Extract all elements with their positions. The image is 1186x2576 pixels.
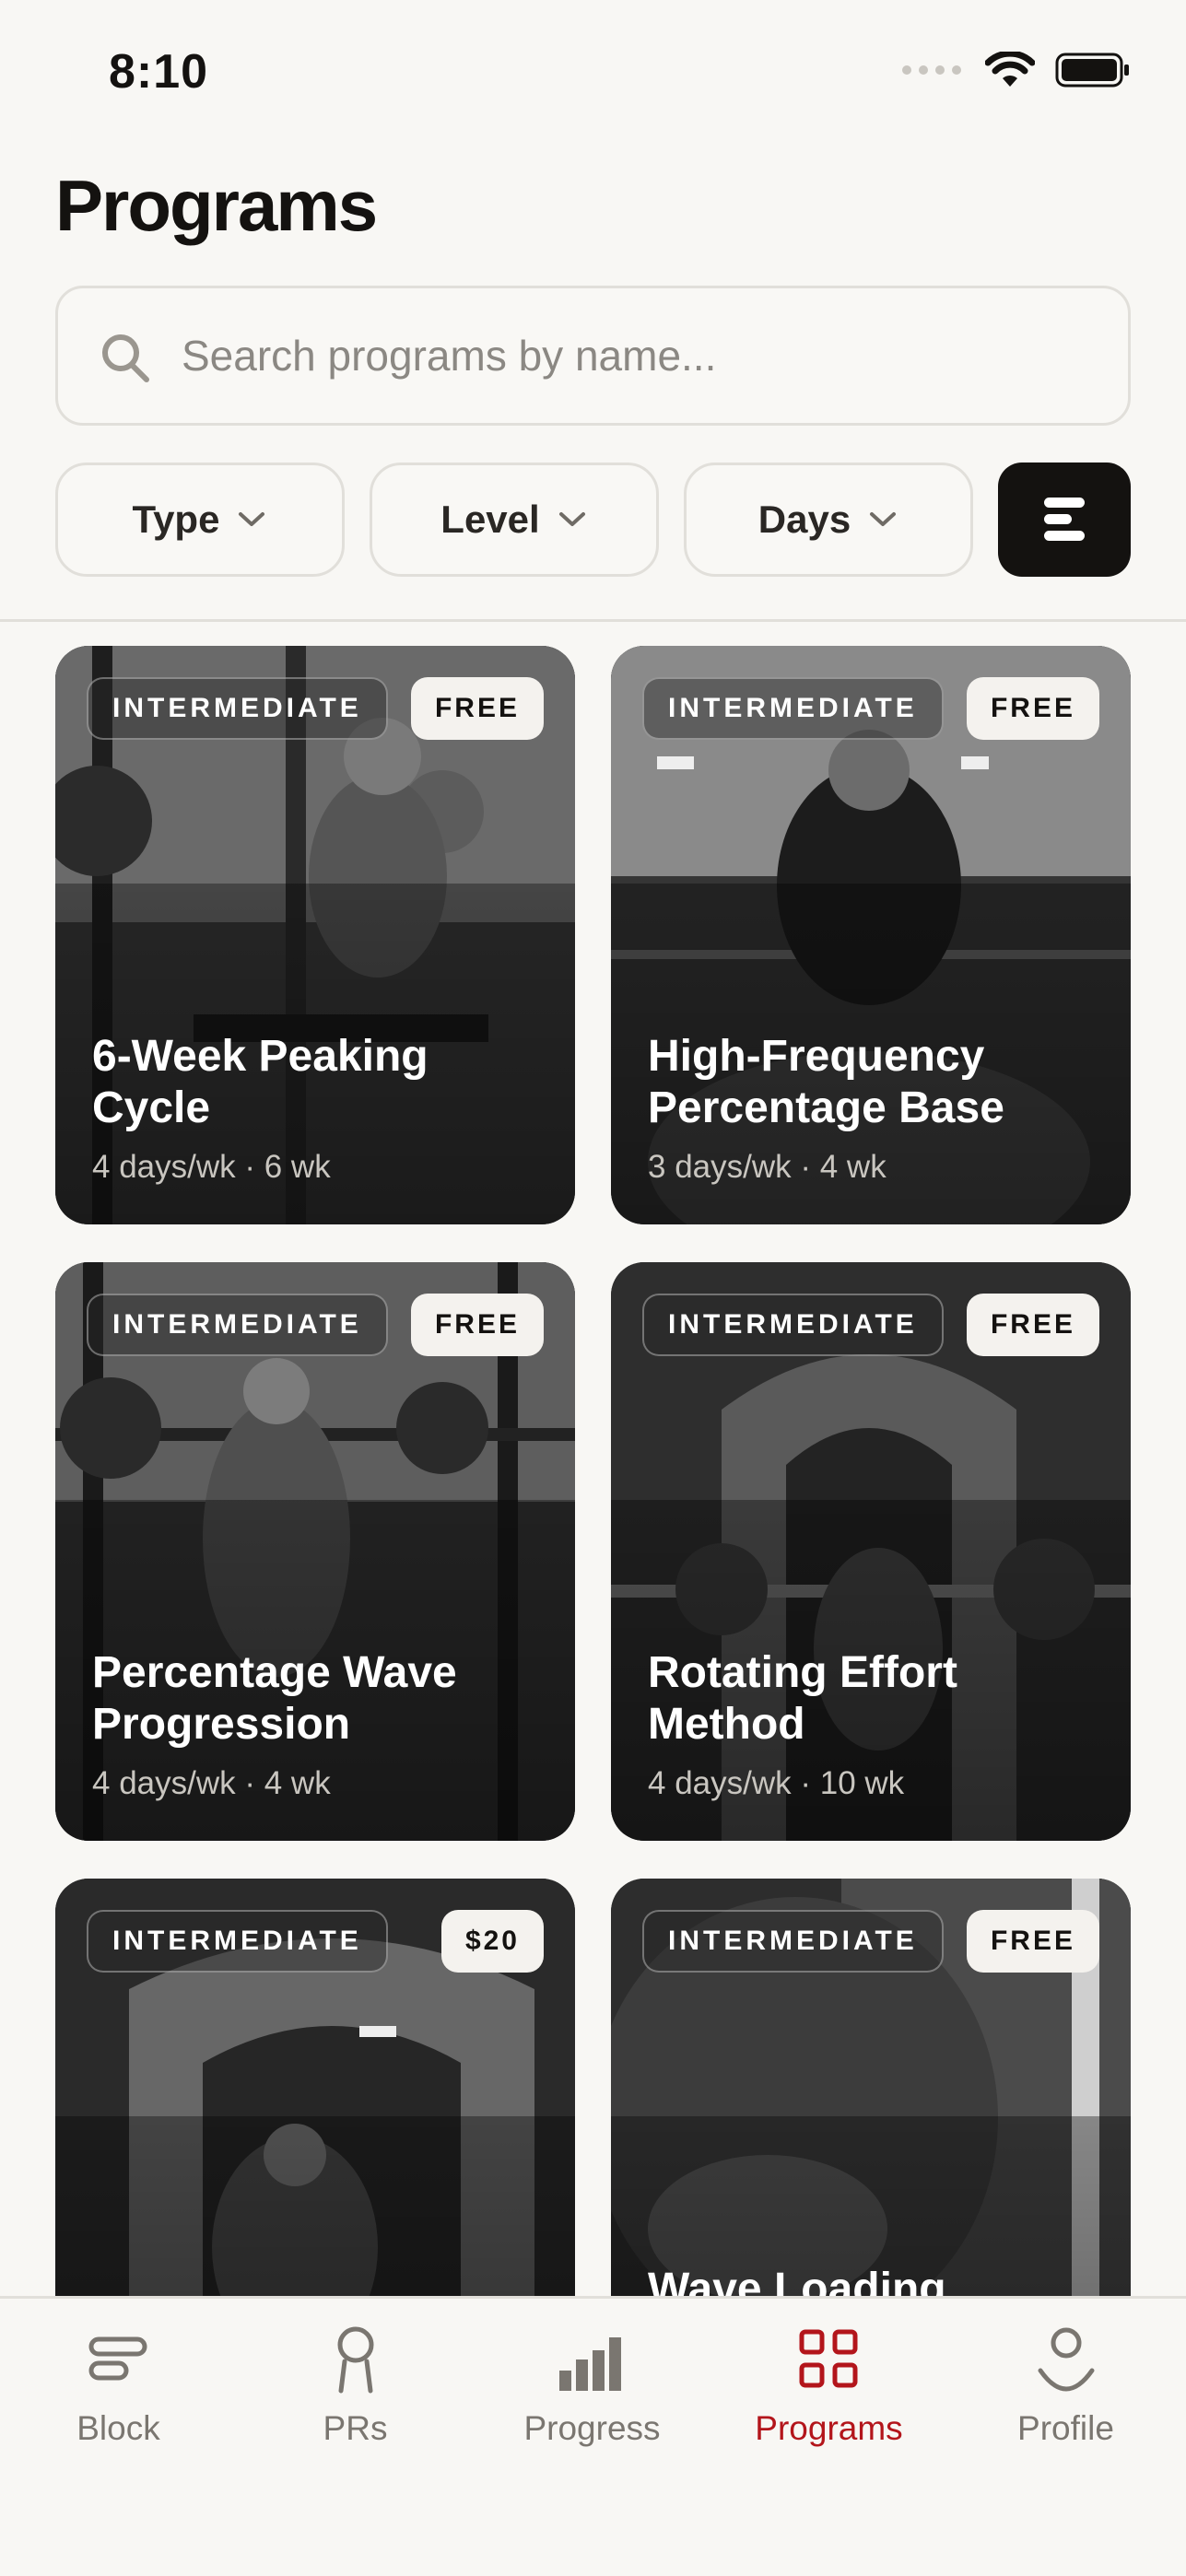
chevron-down-icon [239,512,265,526]
program-meta: 4 days/wk · 10 wk [648,1765,905,1801]
days-filter-button[interactable]: Days [684,463,973,577]
chevron-down-icon [870,512,897,526]
tab-prs[interactable]: PRs [237,2299,474,2465]
program-card[interactable]: INTERMEDIATE $20 [55,1879,575,2298]
level-badge: INTERMEDIATE [642,677,944,740]
price-badge: FREE [410,1294,544,1356]
type-filter-button[interactable]: Type [55,463,345,577]
tab-progress[interactable]: Progress [474,2299,710,2465]
pr-icon [337,2326,373,2394]
price-badge: FREE [966,677,1099,740]
program-title: Wave Loading [648,2265,946,2298]
price-badge: FREE [410,677,544,740]
filter-bar: Type Level Days [55,463,1131,577]
program-meta: 3 days/wk · 4 wk [648,1149,887,1185]
status-bar: 8:10 [0,0,1186,147]
tab-label: Programs [755,2409,903,2447]
level-badge: INTERMEDIATE [87,1910,388,1973]
level-filter-button[interactable]: Level [370,463,659,577]
program-card[interactable]: INTERMEDIATE FREE 6-Week Peaking Cycle 4… [55,646,575,1224]
program-meta: 4 days/wk · 6 wk [92,1149,331,1185]
program-title: High-Frequency Percentage Base [648,1032,1004,1132]
level-badge: INTERMEDIATE [87,1294,388,1356]
search-icon [102,334,149,382]
tab-label: PRs [323,2409,388,2447]
program-card[interactable]: INTERMEDIATE FREE Percentage Wave Progre… [55,1262,575,1841]
level-badge: INTERMEDIATE [642,1294,944,1356]
level-badge: INTERMEDIATE [87,677,388,740]
tab-block[interactable]: Block [0,2299,237,2465]
bar-chart-icon [558,2337,621,2391]
price-badge: $20 [440,1910,544,1973]
program-meta: 4 days/wk · 4 wk [92,1765,331,1801]
battery-icon [1055,53,1129,88]
wifi-icon [985,52,1035,87]
grid-icon [799,2329,857,2388]
status-time: 8:10 [109,45,209,99]
program-title: 6-Week Peaking Cycle [92,1032,429,1132]
type-filter-label: Type [132,498,220,541]
page-title: Programs [55,165,378,246]
days-filter-label: Days [757,498,851,541]
tab-profile[interactable]: Profile [947,2299,1184,2465]
search-input[interactable] [182,288,1103,423]
tab-programs[interactable]: Programs [710,2299,947,2465]
program-title: Rotating Effort Method [648,1648,957,1749]
tab-label: Progress [523,2409,661,2447]
signal-icon [902,65,961,75]
level-badge: INTERMEDIATE [642,1910,944,1973]
chevron-down-icon [558,512,585,526]
sort-icon [1044,498,1085,541]
price-badge: FREE [966,1910,1099,1973]
price-badge: FREE [966,1294,1099,1356]
sort-button[interactable] [998,463,1131,577]
program-card[interactable]: INTERMEDIATE FREE Wave Loading [611,1879,1131,2298]
divider [0,619,1186,622]
program-card[interactable]: INTERMEDIATE FREE High-Frequency Percent… [611,646,1131,1224]
program-card[interactable]: INTERMEDIATE FREE Rotating Effort Method… [611,1262,1131,1841]
tab-label: Block [76,2409,160,2447]
level-filter-label: Level [440,498,540,541]
program-title: Percentage Wave Progression [92,1648,457,1749]
tab-bar: Block PRs Progress Programs Profile [0,2296,1186,2576]
program-grid: INTERMEDIATE FREE 6-Week Peaking Cycle 4… [0,645,1186,2298]
search-bar[interactable] [55,286,1131,426]
block-icon [88,2336,147,2381]
profile-icon [1038,2327,1094,2392]
status-icons [902,52,1131,88]
tab-label: Profile [1017,2409,1114,2447]
